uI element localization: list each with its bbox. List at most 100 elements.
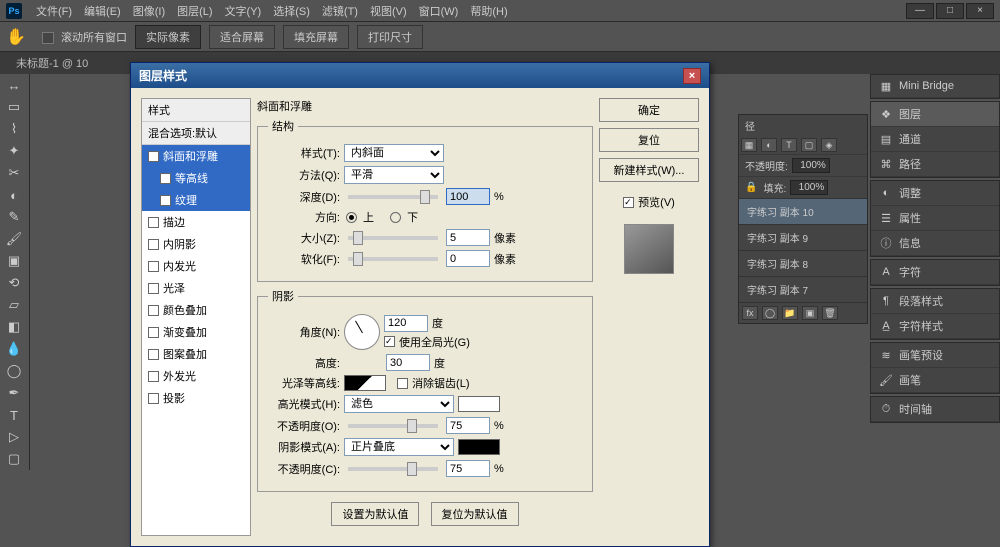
style-select[interactable]: 内斜面 [344, 144, 444, 162]
size-input[interactable] [446, 229, 490, 246]
stamp-tool[interactable]: ▣ [0, 250, 28, 272]
layer-item[interactable]: 字练习 副本 10 [739, 198, 867, 224]
style-texture[interactable]: 纹理 [142, 189, 250, 211]
properties-panel-tab[interactable]: ☰属性 [871, 206, 999, 231]
set-default-button[interactable]: 设置为默认值 [331, 502, 419, 526]
highlight-color-swatch[interactable] [458, 396, 500, 412]
style-bevel-emboss[interactable]: 斜面和浮雕 [142, 145, 250, 167]
shadow-color-swatch[interactable] [458, 439, 500, 455]
soften-input[interactable] [446, 250, 490, 267]
style-drop-shadow[interactable]: 投影 [142, 387, 250, 409]
menu-type[interactable]: 文字(Y) [219, 3, 268, 19]
soften-slider[interactable] [348, 257, 438, 261]
checkbox-icon[interactable] [160, 173, 171, 184]
menu-help[interactable]: 帮助(H) [464, 3, 513, 19]
checkbox-icon[interactable] [148, 151, 159, 162]
paths-panel-tab[interactable]: ⌘路径 [871, 152, 999, 177]
checkbox-icon[interactable] [148, 371, 159, 382]
shadow-opacity-input[interactable] [446, 460, 490, 477]
layer-item[interactable]: 字练习 副本 7 [739, 276, 867, 302]
brush-tool[interactable]: 🖌 [0, 228, 28, 250]
dialog-titlebar[interactable]: 图层样式 × [131, 63, 709, 88]
eyedropper-tool[interactable]: ◐ [0, 184, 28, 206]
lasso-tool[interactable]: ⌇ [0, 118, 28, 140]
style-contour[interactable]: 等高线 [142, 167, 250, 189]
history-brush-tool[interactable]: ⟲ [0, 272, 28, 294]
dialog-close-button[interactable]: × [683, 68, 701, 84]
fit-screen-button[interactable]: 适合屏幕 [209, 25, 275, 49]
direction-down-radio[interactable] [390, 212, 401, 223]
style-pattern-overlay[interactable]: 图案叠加 [142, 343, 250, 365]
angle-dial[interactable] [344, 314, 380, 350]
new-layer-icon[interactable]: ▣ [802, 306, 818, 320]
character-panel-tab[interactable]: A字符 [871, 260, 999, 285]
checkbox-icon[interactable] [148, 349, 159, 360]
healing-tool[interactable]: ✎ [0, 206, 28, 228]
direction-up-radio[interactable] [346, 212, 357, 223]
layer-item[interactable]: 字练习 副本 8 [739, 250, 867, 276]
menu-window[interactable]: 窗口(W) [413, 3, 465, 19]
maximize-button[interactable]: □ [936, 3, 964, 19]
checkbox-icon[interactable] [148, 393, 159, 404]
info-panel-tab[interactable]: ⓘ信息 [871, 231, 999, 256]
move-tool[interactable]: ↔ [0, 74, 28, 96]
new-folder-icon[interactable]: 📁 [782, 306, 798, 320]
style-gradient-overlay[interactable]: 渐变叠加 [142, 321, 250, 343]
style-color-overlay[interactable]: 颜色叠加 [142, 299, 250, 321]
menu-file[interactable]: 文件(F) [30, 3, 78, 19]
styles-header[interactable]: 样式 [142, 99, 250, 122]
altitude-input[interactable] [386, 354, 430, 371]
gradient-tool[interactable]: ◧ [0, 316, 28, 338]
ok-button[interactable]: 确定 [599, 98, 699, 122]
timeline-panel-tab[interactable]: ⏱时间轴 [871, 397, 999, 422]
fill-field[interactable]: 100% [790, 180, 828, 195]
style-inner-shadow[interactable]: 内阴影 [142, 233, 250, 255]
menu-image[interactable]: 图像(I) [127, 3, 171, 19]
filter-adj-icon[interactable]: ◐ [761, 138, 777, 152]
checkbox-icon[interactable] [148, 283, 159, 294]
channels-panel-tab[interactable]: ▤通道 [871, 127, 999, 152]
filter-smart-icon[interactable]: ◈ [821, 138, 837, 152]
menu-view[interactable]: 视图(V) [364, 3, 413, 19]
layers-panel-tab[interactable]: ❖图层 [871, 102, 999, 127]
preview-option[interactable]: ✓预览(V) [599, 194, 699, 210]
rectangle-tool[interactable]: ▢ [0, 448, 28, 470]
gloss-contour-swatch[interactable] [344, 375, 386, 391]
filter-text-icon[interactable]: T [781, 138, 797, 152]
fx-icon[interactable]: fx [742, 306, 758, 320]
filter-image-icon[interactable]: ▦ [741, 138, 757, 152]
checkbox-icon[interactable] [148, 327, 159, 338]
depth-slider[interactable] [348, 195, 438, 199]
delete-icon[interactable]: 🗑 [822, 306, 838, 320]
blur-tool[interactable]: 💧 [0, 338, 28, 360]
checkbox-icon[interactable] [148, 239, 159, 250]
actual-pixels-button[interactable]: 实际像素 [135, 25, 201, 49]
checkbox-icon[interactable] [148, 261, 159, 272]
crop-tool[interactable]: ✂ [0, 162, 28, 184]
opacity-field[interactable]: 100% [792, 158, 830, 173]
menu-filter[interactable]: 滤镜(T) [316, 3, 364, 19]
depth-input[interactable] [446, 188, 490, 205]
adjustments-panel-tab[interactable]: ◐调整 [871, 181, 999, 206]
highlight-opacity-input[interactable] [446, 417, 490, 434]
preview-checkbox[interactable]: ✓ [623, 197, 634, 208]
brush-presets-panel-tab[interactable]: ≋画笔预设 [871, 343, 999, 368]
angle-input[interactable] [384, 315, 428, 332]
method-select[interactable]: 平滑 [344, 166, 444, 184]
style-inner-glow[interactable]: 内发光 [142, 255, 250, 277]
path-select-tool[interactable]: ▷ [0, 426, 28, 448]
para-styles-panel-tab[interactable]: ¶段落样式 [871, 289, 999, 314]
char-styles-panel-tab[interactable]: A̲字符样式 [871, 314, 999, 339]
dodge-tool[interactable]: ◯ [0, 360, 28, 382]
pen-tool[interactable]: ✒ [0, 382, 28, 404]
document-tab[interactable]: 未标题-1 @ 10 [16, 55, 88, 71]
checkbox-icon[interactable] [148, 217, 159, 228]
blend-options-row[interactable]: 混合选项:默认 [142, 122, 250, 145]
reset-default-button[interactable]: 复位为默认值 [431, 502, 519, 526]
lock-icons[interactable]: 🔒 [745, 182, 757, 193]
type-tool[interactable]: T [0, 404, 28, 426]
wand-tool[interactable]: ✦ [0, 140, 28, 162]
shadow-mode-select[interactable]: 正片叠底 [344, 438, 454, 456]
mask-icon[interactable]: ◯ [762, 306, 778, 320]
menu-edit[interactable]: 编辑(E) [78, 3, 127, 19]
